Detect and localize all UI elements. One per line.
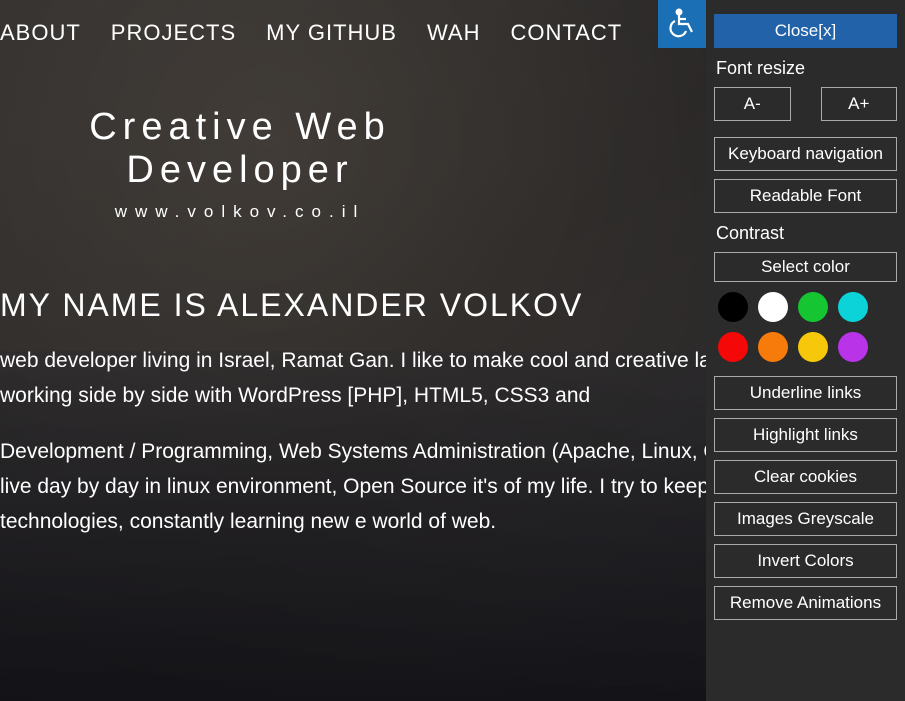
nav-about[interactable]: ABOUT <box>0 20 81 46</box>
font-resize-label: Font resize <box>716 58 897 79</box>
color-swatch-cyan[interactable] <box>838 292 868 322</box>
underline-links-button[interactable]: Underline links <box>714 376 897 410</box>
color-swatch-black[interactable] <box>718 292 748 322</box>
readable-font-button[interactable]: Readable Font <box>714 179 897 213</box>
nav-wah[interactable]: WAH <box>427 20 481 46</box>
images-greyscale-button[interactable]: Images Greyscale <box>714 502 897 536</box>
keyboard-navigation-button[interactable]: Keyboard navigation <box>714 137 897 171</box>
color-swatch-orange[interactable] <box>758 332 788 362</box>
wheelchair-icon <box>666 6 698 43</box>
color-swatch-red[interactable] <box>718 332 748 362</box>
invert-colors-button[interactable]: Invert Colors <box>714 544 897 578</box>
nav-contact[interactable]: CONTACT <box>511 20 623 46</box>
color-swatch-white[interactable] <box>758 292 788 322</box>
clear-cookies-button[interactable]: Clear cookies <box>714 460 897 494</box>
highlight-links-button[interactable]: Highlight links <box>714 418 897 452</box>
select-color-button[interactable]: Select color <box>714 252 897 282</box>
hero: Creative Web Developer www.volkov.co.il <box>0 106 480 222</box>
color-swatch-green[interactable] <box>798 292 828 322</box>
font-increase-button[interactable]: A+ <box>821 87 898 121</box>
contrast-label: Contrast <box>716 223 897 244</box>
accessibility-toggle-button[interactable] <box>658 0 706 48</box>
hero-subtitle: www.volkov.co.il <box>0 202 480 222</box>
accessibility-panel: Close[x] Font resize A- A+ Keyboard navi… <box>706 0 905 701</box>
color-swatch-yellow[interactable] <box>798 332 828 362</box>
color-swatch-grid <box>714 286 897 376</box>
nav-github[interactable]: MY GITHUB <box>266 20 397 46</box>
color-swatch-purple[interactable] <box>838 332 868 362</box>
remove-animations-button[interactable]: Remove Animations <box>714 586 897 620</box>
nav-projects[interactable]: PROJECTS <box>111 20 236 46</box>
close-button[interactable]: Close[x] <box>714 14 897 48</box>
hero-title: Creative Web Developer <box>0 106 480 192</box>
font-decrease-button[interactable]: A- <box>714 87 791 121</box>
